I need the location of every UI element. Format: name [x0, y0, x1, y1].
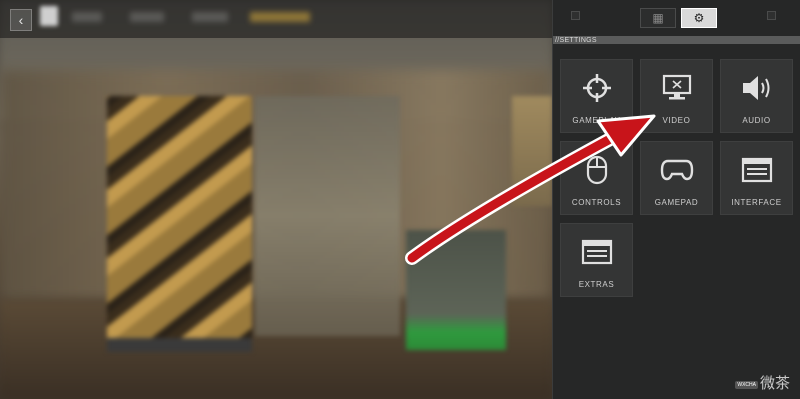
tile-label: INTERFACE	[731, 198, 782, 207]
top-tab[interactable]	[130, 12, 164, 22]
top-tab[interactable]	[192, 12, 228, 22]
tile-label: EXTRAS	[578, 280, 615, 289]
extras-tile[interactable]: EXTRAS	[560, 223, 633, 297]
tile-label: VIDEO	[662, 116, 691, 125]
gold-bars-card	[107, 96, 252, 352]
monitor-icon	[641, 70, 712, 106]
top-tab-active[interactable]	[250, 12, 310, 22]
player-emblem-icon	[40, 6, 58, 26]
crosshair-icon	[561, 70, 632, 106]
audio-tile[interactable]: AUDIO	[720, 59, 793, 133]
top-nav-bar: ‹	[0, 0, 552, 38]
panel-header: ▦ ⚙	[553, 0, 800, 36]
left-bumper-icon	[571, 11, 580, 20]
tile-label: GAMEPLAY	[572, 116, 621, 125]
gamepad-icon	[641, 152, 712, 188]
tab-settings[interactable]: ⚙	[681, 8, 717, 28]
gear-icon: ⚙	[693, 11, 705, 25]
controls-tile[interactable]: CONTROLS	[560, 141, 633, 215]
section-label: //SETTINGS	[555, 37, 597, 44]
right-bumper-icon	[767, 11, 776, 20]
grid-icon: ▦	[652, 11, 664, 25]
soldier-card	[255, 96, 400, 336]
settings-panel: ▦ ⚙ //SETTINGS GAMEPLAY VIDEO AUDIO CONT…	[552, 0, 800, 399]
tile-label: GAMEPAD	[654, 198, 699, 207]
tab-grid[interactable]: ▦	[640, 8, 676, 28]
interface-tile[interactable]: INTERFACE	[720, 141, 793, 215]
mouse-icon	[561, 152, 632, 188]
extras-icon	[561, 234, 632, 270]
video-tile[interactable]: VIDEO	[640, 59, 713, 133]
interface-icon	[721, 152, 792, 188]
game-background: ‹	[0, 0, 552, 399]
tile-label: AUDIO	[742, 116, 771, 125]
gameplay-tile[interactable]: GAMEPLAY	[560, 59, 633, 133]
gamepad-tile[interactable]: GAMEPAD	[640, 141, 713, 215]
partial-card	[512, 96, 552, 206]
speaker-icon	[721, 70, 792, 106]
tile-label: CONTROLS	[571, 198, 622, 207]
operator-card	[406, 230, 506, 350]
watermark: 微茶	[759, 374, 790, 392]
back-button[interactable]: ‹	[10, 9, 32, 31]
watermark-sub: WXCHA	[735, 381, 758, 389]
top-tab[interactable]	[72, 12, 102, 22]
